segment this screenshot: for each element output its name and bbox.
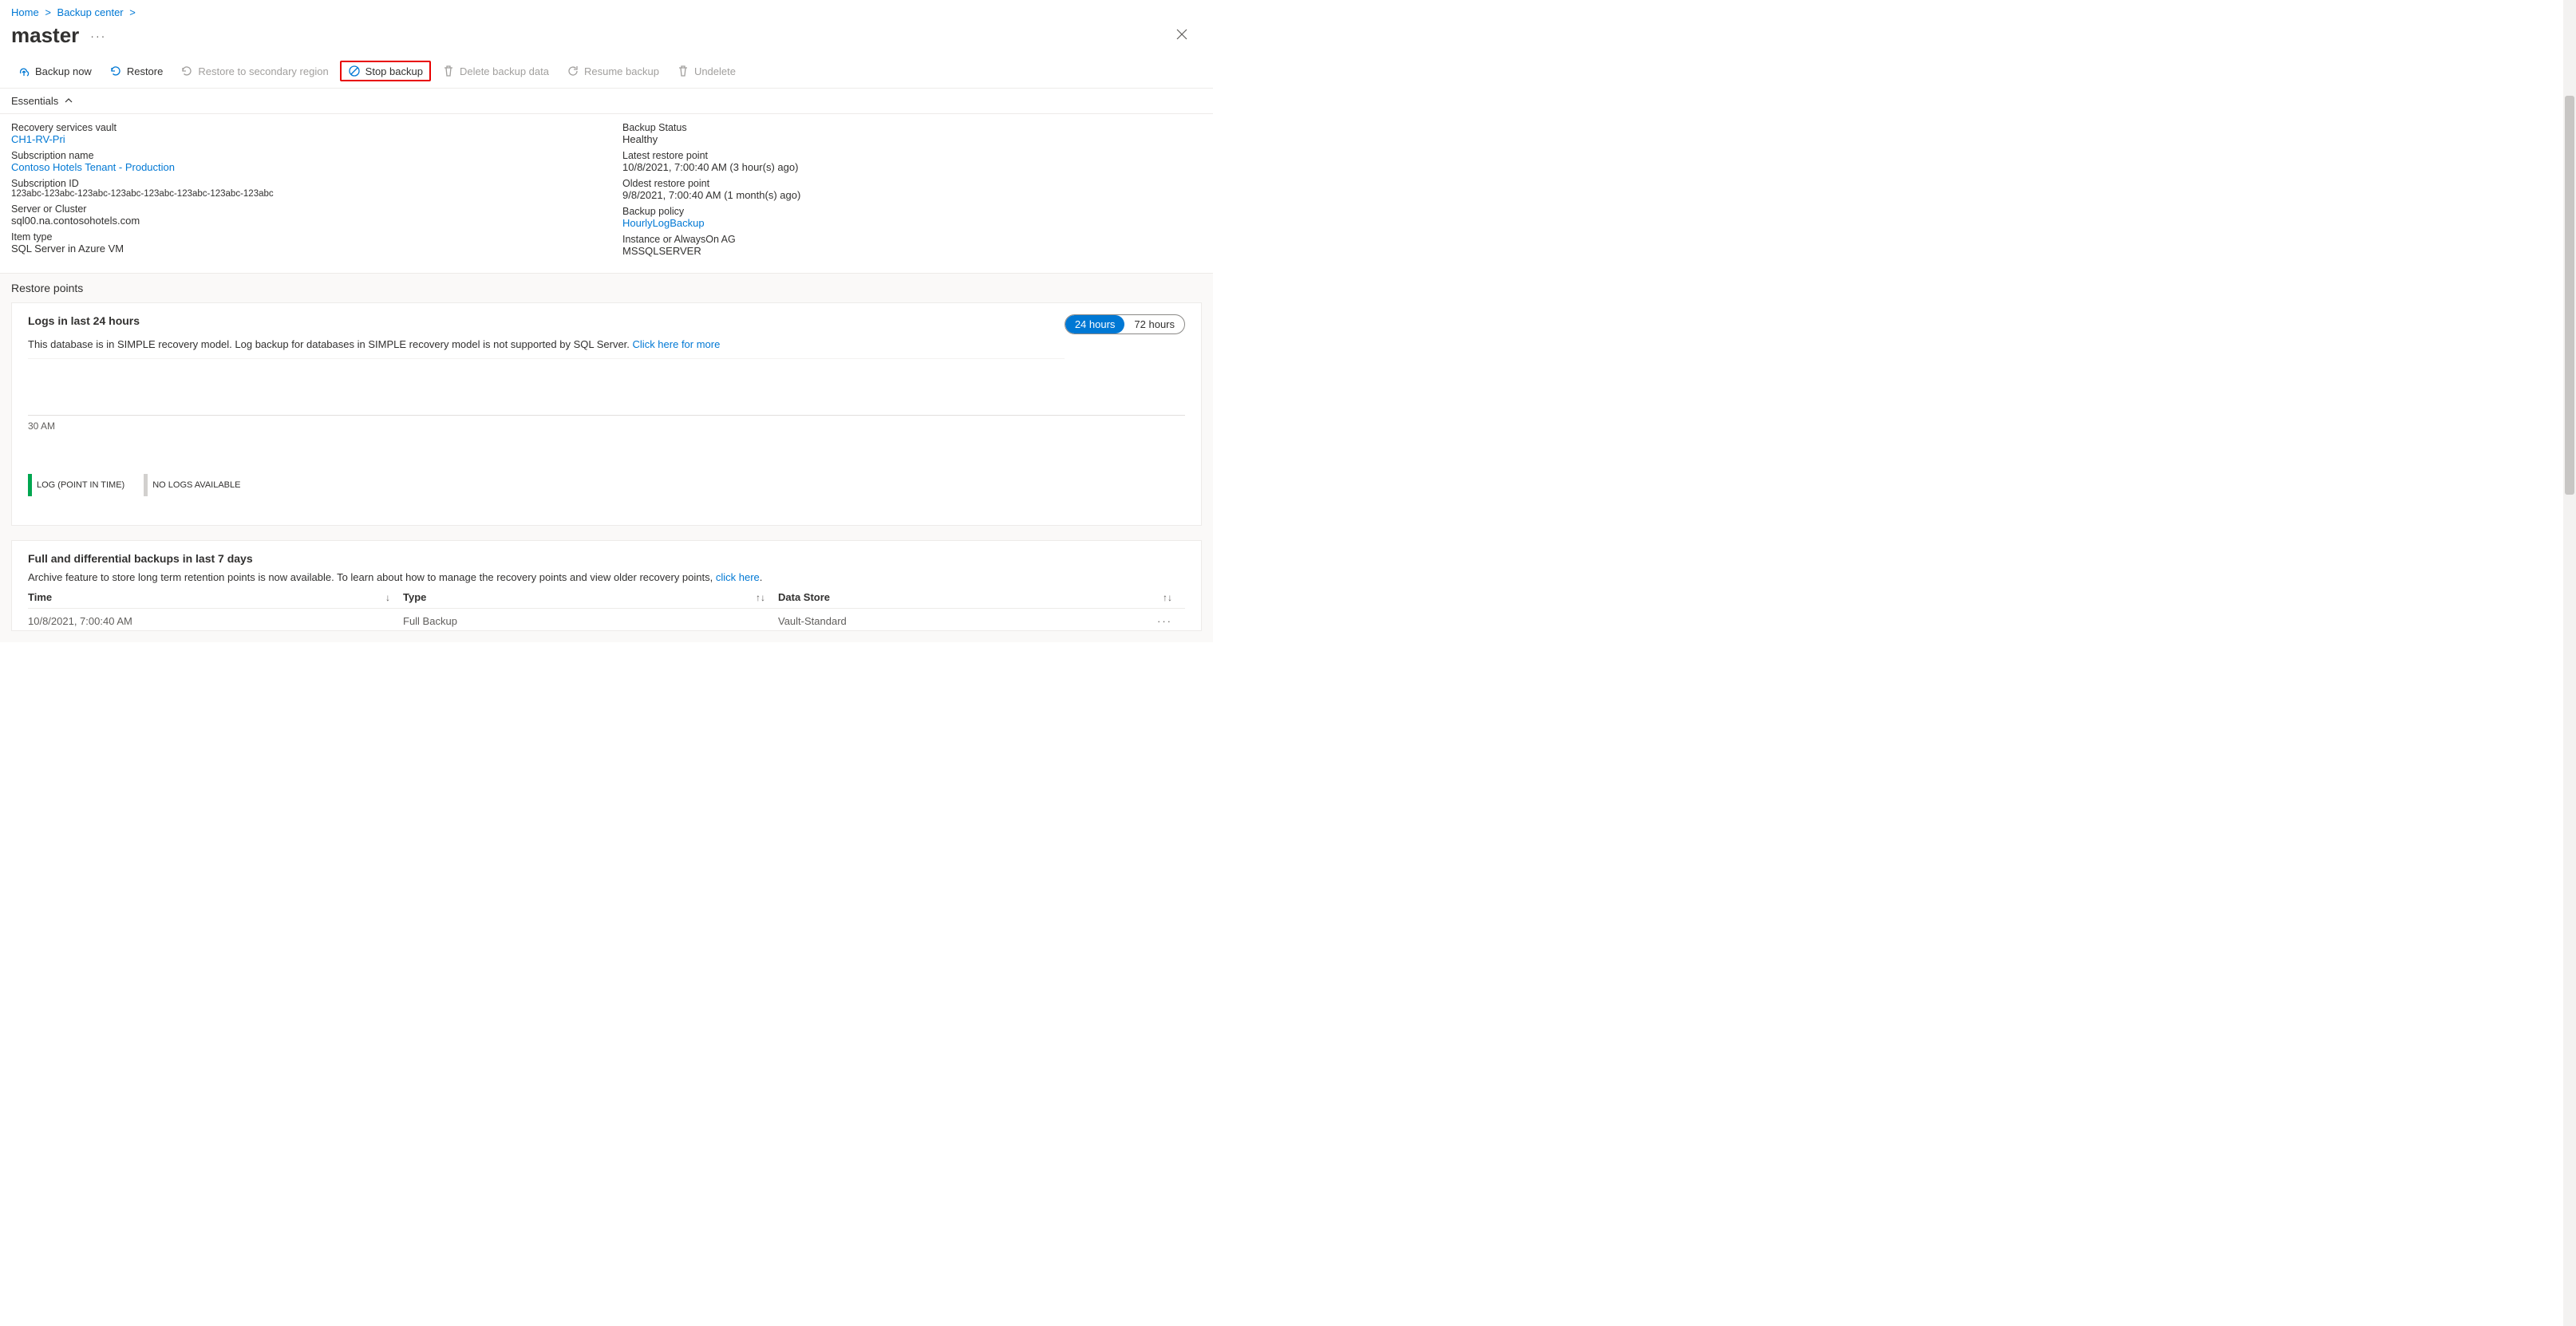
breadcrumb-sep: >	[129, 6, 136, 18]
title-more-button[interactable]: ···	[90, 30, 106, 42]
ess-label-instance: Instance or AlwaysOn AG	[622, 234, 1202, 245]
close-icon	[1176, 29, 1187, 40]
page-title: master	[11, 23, 79, 48]
logs-desc: This database is in SIMPLE recovery mode…	[28, 333, 1065, 359]
essentials-right: Backup Status Healthy Latest restore poi…	[622, 122, 1202, 262]
chevron-up-icon	[65, 95, 73, 107]
ess-value-sub-id: 123abc-123abc-123abc-123abc-123abc-123ab…	[11, 189, 591, 199]
col-type[interactable]: Type ↑↓	[403, 591, 778, 603]
resume-backup-button: Resume backup	[560, 61, 666, 81]
legend-log-pit: LOG (POINT IN TIME)	[28, 474, 124, 496]
delete-backup-data-button: Delete backup data	[436, 61, 555, 81]
essentials-panel: Recovery services vault CH1-RV-Pri Subsc…	[0, 114, 1213, 274]
title-row: master ···	[0, 20, 1213, 54]
legend-swatch-green	[28, 474, 32, 496]
ess-label-server: Server or Cluster	[11, 203, 591, 215]
ess-value-server: sql00.na.contosohotels.com	[11, 215, 591, 227]
restore-points-heading: Restore points	[0, 274, 1213, 302]
breadcrumb-backup-center[interactable]: Backup center	[57, 6, 124, 18]
table-row[interactable]: 10/8/2021, 7:00:40 AM Full Backup Vault-…	[28, 609, 1185, 630]
toggle-72h[interactable]: 72 hours	[1124, 315, 1184, 333]
ess-value-latest-rp: 10/8/2021, 7:00:40 AM (3 hour(s) ago)	[622, 161, 1202, 173]
ess-label-sub-name: Subscription name	[11, 150, 591, 161]
ess-label-status: Backup Status	[622, 122, 1202, 133]
full-diff-card: Full and differential backups in last 7 …	[11, 540, 1202, 631]
breadcrumb-home[interactable]: Home	[11, 6, 39, 18]
undelete-button: Undelete	[670, 61, 742, 81]
essentials-left: Recovery services vault CH1-RV-Pri Subsc…	[11, 122, 591, 262]
cell-ds: Vault-Standard ···	[778, 615, 1185, 627]
restore-secondary-button: Restore to secondary region	[174, 61, 334, 81]
ess-label-oldest-rp: Oldest restore point	[622, 178, 1202, 189]
logs-card: Logs in last 24 hours This database is i…	[11, 302, 1202, 526]
timeline-tick: 30 AM	[28, 420, 55, 432]
vertical-scrollbar[interactable]	[2563, 0, 2576, 1326]
sort-icon: ↑↓	[1163, 592, 1172, 603]
fd-title: Full and differential backups in last 7 …	[28, 552, 1185, 565]
logs-title: Logs in last 24 hours	[28, 314, 1065, 327]
row-more-button[interactable]: ···	[1157, 615, 1172, 627]
ess-label-policy: Backup policy	[622, 206, 1202, 217]
essentials-toggle[interactable]: Essentials	[0, 89, 1213, 114]
fd-link[interactable]: click here	[716, 571, 760, 583]
ess-value-instance: MSSQLSERVER	[622, 245, 1202, 257]
timeline-legend: LOG (POINT IN TIME) NO LOGS AVAILABLE	[28, 474, 1185, 496]
toolbar: Backup now Restore Restore to secondary …	[0, 54, 1213, 89]
backup-now-button[interactable]: Backup now	[11, 61, 98, 81]
ess-label-sub-id: Subscription ID	[11, 178, 591, 189]
ess-value-oldest-rp: 9/8/2021, 7:00:40 AM (1 month(s) ago)	[622, 189, 1202, 201]
ess-label-item-type: Item type	[11, 231, 591, 243]
trash-icon	[442, 65, 455, 77]
sort-icon: ↓	[385, 592, 390, 603]
breadcrumb: Home > Backup center >	[0, 0, 1213, 20]
close-button[interactable]	[1176, 27, 1187, 44]
restore-button[interactable]: Restore	[103, 61, 170, 81]
breadcrumb-sep: >	[45, 6, 51, 18]
ess-label-vault: Recovery services vault	[11, 122, 591, 133]
ess-label-latest-rp: Latest restore point	[622, 150, 1202, 161]
cell-time: 10/8/2021, 7:00:40 AM	[28, 615, 403, 627]
resume-icon	[567, 65, 579, 77]
ess-value-policy[interactable]: HourlyLogBackup	[622, 217, 705, 229]
col-data-store[interactable]: Data Store ↑↓	[778, 591, 1185, 603]
ess-value-sub-name[interactable]: Contoso Hotels Tenant - Production	[11, 161, 175, 173]
restore-icon	[109, 65, 122, 77]
logs-more-link[interactable]: Click here for more	[633, 338, 721, 350]
stop-icon	[348, 65, 361, 77]
ess-value-vault[interactable]: CH1-RV-Pri	[11, 133, 65, 145]
ess-value-status: Healthy	[622, 133, 1202, 145]
sort-icon: ↑↓	[756, 592, 765, 603]
col-time[interactable]: Time ↓	[28, 591, 403, 603]
legend-no-logs: NO LOGS AVAILABLE	[144, 474, 240, 496]
legend-swatch-grey	[144, 474, 148, 496]
backup-now-icon	[18, 65, 30, 77]
undelete-icon	[677, 65, 689, 77]
time-range-toggle[interactable]: 24 hours 72 hours	[1065, 314, 1185, 334]
table-header: Time ↓ Type ↑↓ Data Store ↑↓	[28, 586, 1185, 609]
cell-type: Full Backup	[403, 615, 778, 627]
timeline: 30 AM	[28, 415, 1185, 463]
toggle-24h[interactable]: 24 hours	[1065, 315, 1125, 333]
scrollbar-thumb[interactable]	[2565, 96, 2574, 495]
ess-value-item-type: SQL Server in Azure VM	[11, 243, 591, 255]
stop-backup-button[interactable]: Stop backup	[340, 61, 431, 81]
fd-desc: Archive feature to store long term reten…	[28, 571, 1185, 583]
restore-secondary-icon	[180, 65, 193, 77]
